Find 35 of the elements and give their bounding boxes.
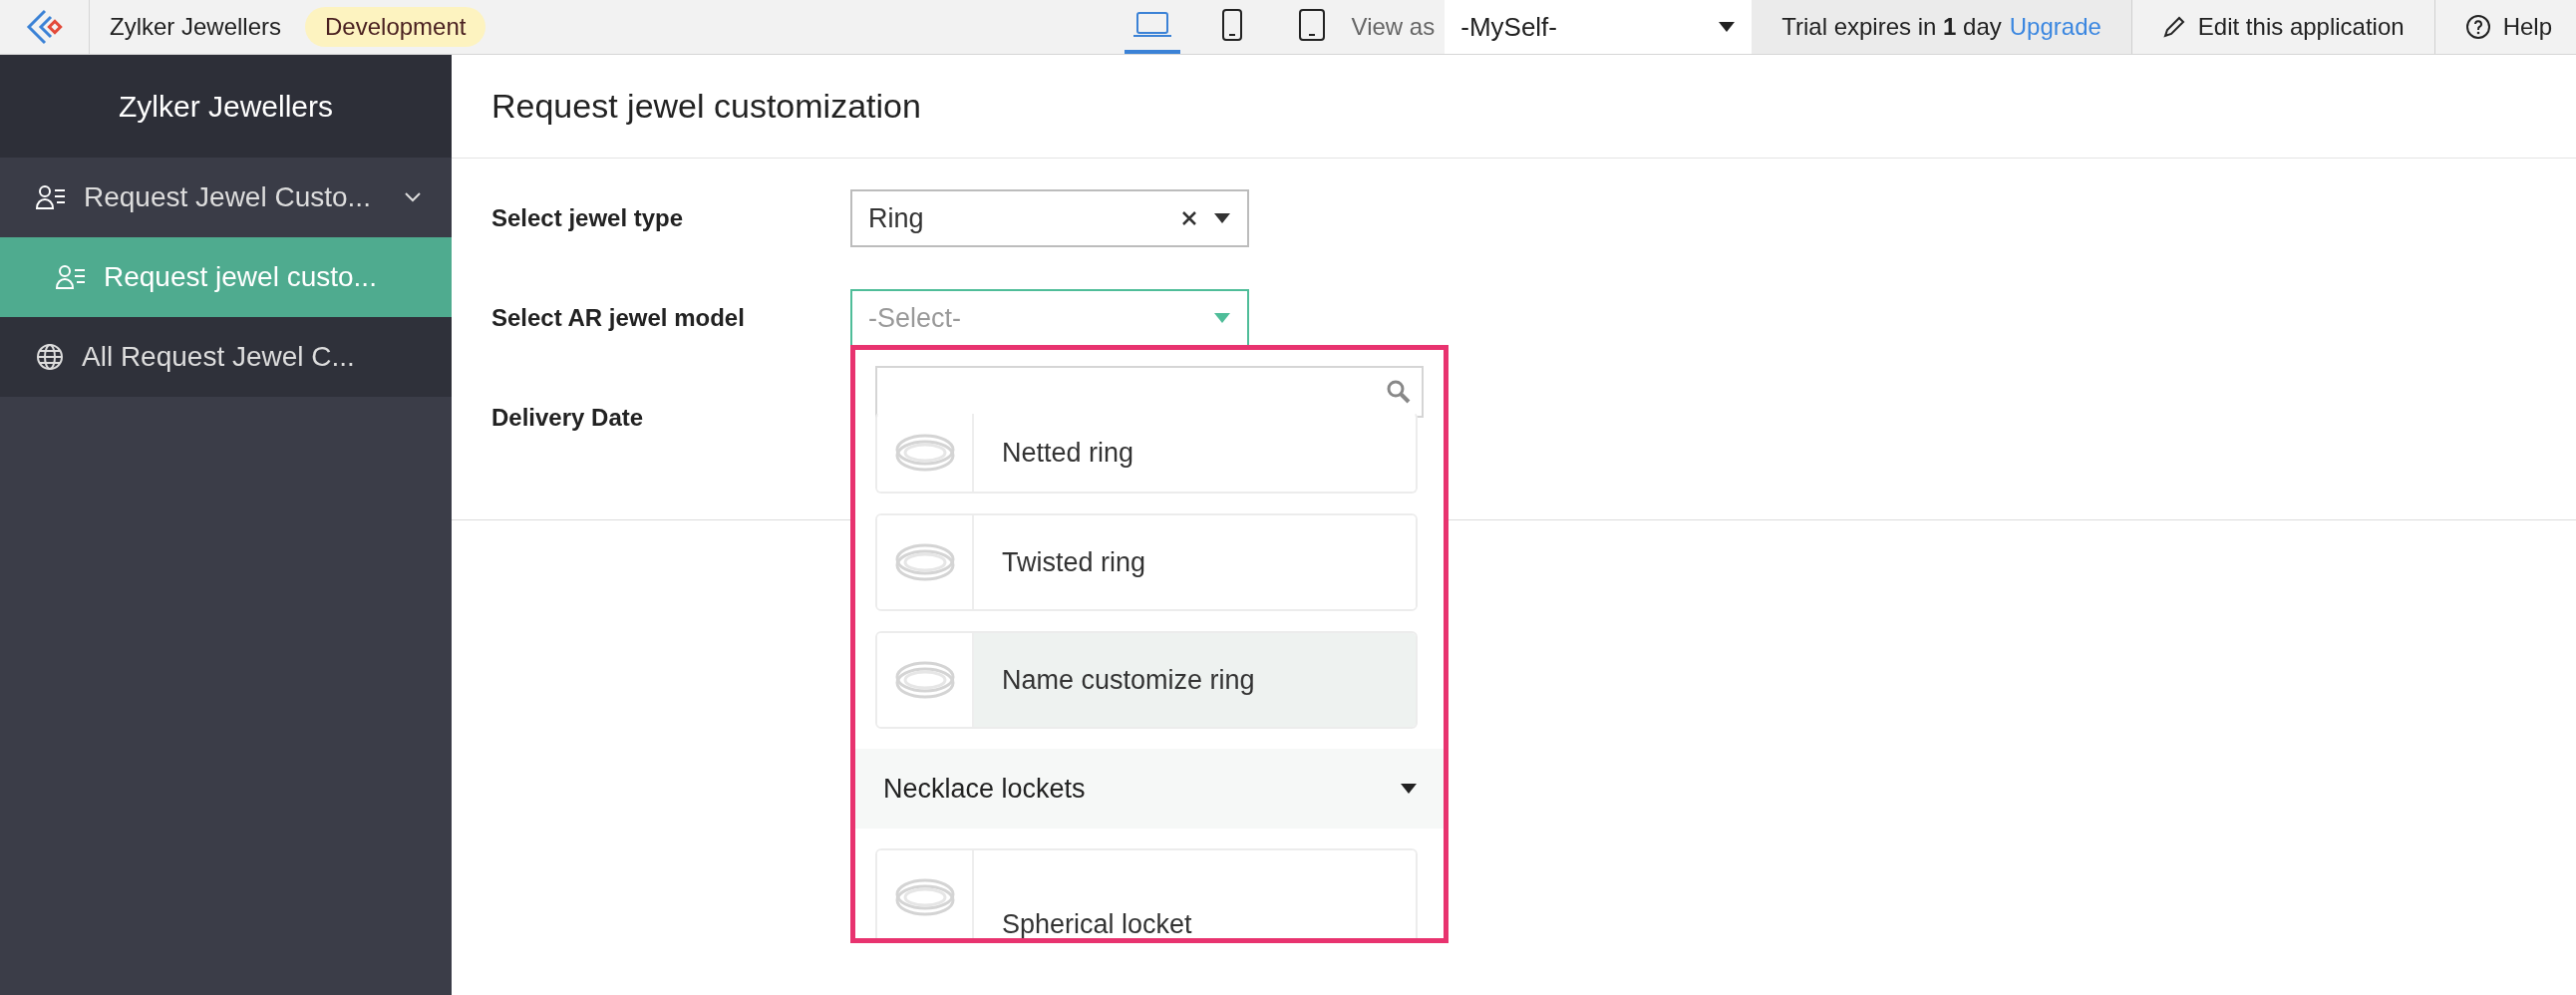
- option-card[interactable]: Twisted ring: [875, 513, 1418, 611]
- phone-icon: [1221, 9, 1242, 41]
- view-as-label: View as: [1351, 13, 1436, 41]
- clear-icon[interactable]: [1181, 210, 1197, 226]
- trial-notice: Trial expires in 1 day: [1781, 13, 2002, 41]
- option-card[interactable]: Netted ring: [875, 412, 1418, 494]
- option-card[interactable]: Spherical locket: [875, 848, 1418, 938]
- search-icon: [1386, 379, 1412, 405]
- field-label: Select jewel type: [491, 204, 685, 232]
- sidebar-title: Zylker Jewellers: [0, 55, 452, 158]
- caret-icon: [1213, 312, 1231, 324]
- user-list-icon: [36, 184, 66, 210]
- laptop-icon: [1131, 11, 1172, 39]
- edit-application-button[interactable]: Edit this application: [2131, 0, 2435, 54]
- caret-icon: [1718, 21, 1737, 33]
- option-card[interactable]: Name customize ring: [875, 631, 1418, 729]
- user-list-icon: [56, 264, 86, 290]
- caret-icon: [1213, 212, 1231, 224]
- select-field[interactable]: Ring: [850, 189, 1249, 247]
- sidebar-item[interactable]: All Request Jewel C...: [0, 317, 452, 397]
- caret-icon: [1400, 783, 1418, 795]
- globe-icon: [36, 343, 64, 371]
- help-button[interactable]: Help: [2434, 0, 2576, 54]
- app-name: Zylker Jewellers: [110, 13, 282, 41]
- page-title: Request jewel customization: [452, 55, 2576, 159]
- view-as-dropdown[interactable]: -MySelf-: [1445, 0, 1753, 54]
- tablet-icon: [1298, 9, 1325, 41]
- environment-badge: Development: [305, 7, 486, 47]
- app-logo-icon[interactable]: [24, 7, 65, 47]
- group-label: Necklace lockets: [883, 773, 1086, 805]
- field-label: Select AR jewel model: [491, 304, 746, 332]
- help-icon: [2464, 14, 2491, 40]
- option-group-header[interactable]: Necklace lockets: [855, 749, 1444, 829]
- pencil-icon: [2161, 15, 2186, 39]
- field-label: Delivery Date: [491, 404, 645, 432]
